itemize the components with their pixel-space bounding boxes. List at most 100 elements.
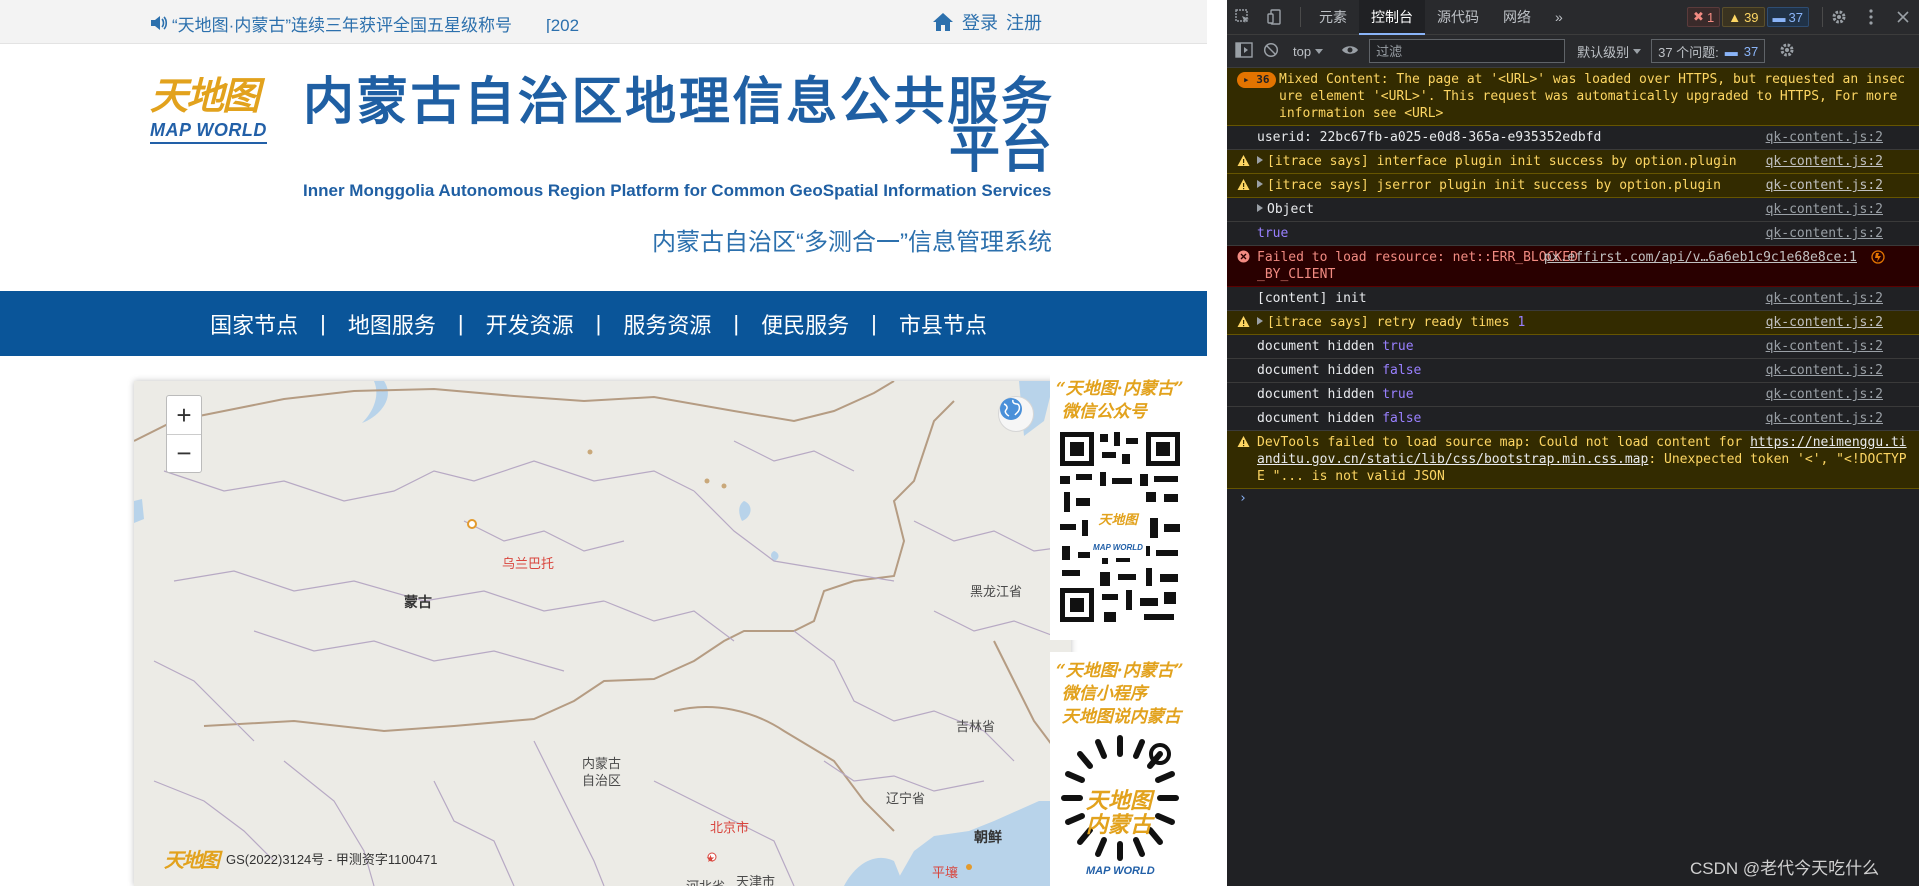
console-message-log[interactable]: document hidden false qk-content.js:2 <box>1227 407 1919 431</box>
system-name[interactable]: 内蒙古自治区“多测合一”信息管理系统 <box>602 222 1052 257</box>
map-view[interactable]: ★ + − 乌兰巴托 蒙古 黑龙江省 吉林省 内蒙古 自治区 辽宁省 北京市 朝… <box>134 381 1071 886</box>
warning-count-badge[interactable]: ▲ 39 <box>1722 7 1765 27</box>
login-link[interactable]: 登录 <box>962 9 998 35</box>
map-basemap[interactable]: ★ <box>134 381 1071 886</box>
map-world-logo[interactable]: 天地图 MAP WORLD <box>150 76 280 150</box>
expand-triangle-icon[interactable] <box>1257 317 1263 325</box>
console-message-warning[interactable]: DevTools failed to load source map: Coul… <box>1227 431 1919 489</box>
console-message-log[interactable]: true qk-content.js:2 <box>1227 222 1919 246</box>
tab-network[interactable]: 网络 <box>1491 0 1543 35</box>
device-toolbar-icon[interactable] <box>1259 0 1291 35</box>
console-message-warning-group[interactable]: ▸ 36 Mixed Content: The page at '<URL>' … <box>1227 68 1919 126</box>
page-title: 内蒙古自治区地理信息公共服务平台 <box>303 73 1053 178</box>
log-level-selector[interactable]: 默认级别 <box>1577 42 1642 61</box>
console-source-link[interactable]: qk-content.js:2 <box>1766 314 1883 331</box>
live-expression-eye-icon[interactable] <box>1341 44 1359 59</box>
console-filter-input[interactable] <box>1369 39 1566 63</box>
console-message-error[interactable]: Failed to load resource: net::ERR_BLOCKE… <box>1227 246 1919 287</box>
console-message-text: [itrace says] interface plugin init succ… <box>1267 154 1737 169</box>
issues-button[interactable]: 37 个问题: ▬ 37 <box>1651 39 1766 63</box>
nav-item-national-node[interactable]: 国家节点 <box>188 308 320 340</box>
more-tabs-button[interactable]: » <box>1543 0 1575 35</box>
qr-logo-text: 天地图 <box>1098 512 1139 528</box>
expand-triangle-icon[interactable] <box>1257 156 1263 164</box>
console-message-log[interactable]: [content] init qk-content.js:2 <box>1227 287 1919 311</box>
map-label-liaoning: 辽宁省 <box>886 791 926 806</box>
error-count: 1 <box>1706 9 1715 25</box>
chevron-down-icon <box>1315 48 1324 54</box>
console-message-log[interactable]: document hidden true qk-content.js:2 <box>1227 335 1919 359</box>
nav-item-city-county-node[interactable]: 市县节点 <box>877 308 1009 340</box>
context-selector[interactable]: top <box>1293 44 1324 59</box>
console-message-log[interactable]: document hidden false qk-content.js:2 <box>1227 359 1919 383</box>
log-level-value: 默认级别 <box>1577 44 1630 60</box>
console-settings-gear-icon[interactable] <box>1779 42 1795 61</box>
console-source-link[interactable]: qk-content.js:2 <box>1766 290 1883 307</box>
nav-item-dev-resources[interactable]: 开发资源 <box>464 308 596 340</box>
console-toolbar: top 默认级别 37 个问题: ▬ 37 <box>1227 35 1919 68</box>
console-message-warning[interactable]: [itrace says] interface plugin init succ… <box>1227 150 1919 174</box>
nav-item-map-service[interactable]: 地图服务 <box>326 308 458 340</box>
console-source-link[interactable]: qk-content.js:2 <box>1766 177 1883 194</box>
wechat-mini-program-label: “天地图·内蒙古” 微信小程序 天地图说内蒙古 <box>1056 661 1184 727</box>
console-message-value: false <box>1382 363 1422 378</box>
console-source-link[interactable]: qk-content.js:2 <box>1766 410 1883 427</box>
error-count-badge[interactable]: ✖ 1 <box>1687 7 1721 27</box>
console-source-link[interactable]: qk-content.js:2 <box>1766 362 1883 379</box>
globe-icon[interactable] <box>998 396 1034 432</box>
map-label-hebei: 河北省 <box>686 876 725 886</box>
tab-console[interactable]: 控制台 <box>1359 0 1425 35</box>
console-source-link[interactable]: qk-content.js:2 <box>1766 225 1883 242</box>
console-message-text: document hidden <box>1257 411 1383 426</box>
wechat-mini-program-panel[interactable]: “天地图·内蒙古” 微信小程序 天地图说内蒙古 天地图 内蒙古 MAP WORL… <box>1050 652 1193 886</box>
top-bar: “天地图·内蒙古”连续三年获评全国五星级称号 [202 登录 注册 <box>0 0 1207 44</box>
map-copyright-logo: 天地图 <box>164 848 220 872</box>
logo-text-en: MAP WORLD <box>150 120 267 144</box>
zoom-out-button[interactable]: − <box>167 434 201 472</box>
console-prompt[interactable]: › <box>1227 489 1919 509</box>
console-message-warning[interactable]: [itrace says] retry ready times 1 qk-con… <box>1227 311 1919 335</box>
kebab-menu-icon[interactable] <box>1855 0 1887 35</box>
mini-program-logo-line2: 内蒙古 <box>1086 812 1156 838</box>
inspect-element-icon[interactable] <box>1227 0 1259 35</box>
tab-elements[interactable]: 元素 <box>1307 0 1359 35</box>
issues-count: 37 <box>1743 43 1759 59</box>
console-source-link[interactable]: qk-content.js:2 <box>1766 153 1883 170</box>
map-label-mongolia: 蒙古 <box>404 594 432 610</box>
network-request-icon[interactable] <box>1871 250 1885 264</box>
close-devtools-icon[interactable] <box>1887 0 1919 35</box>
settings-gear-icon[interactable] <box>1823 0 1855 35</box>
map-label-jilin: 吉林省 <box>956 719 996 734</box>
console-source-link[interactable]: qk-content.js:2 <box>1766 386 1883 403</box>
console-message-log[interactable]: document hidden true qk-content.js:2 <box>1227 383 1919 407</box>
tab-sources[interactable]: 源代码 <box>1425 0 1491 35</box>
mini-program-code-icon: 天地图 内蒙古 MAP WORLD <box>1061 735 1179 877</box>
main-nav: 国家节点 | 地图服务 | 开发资源 | 服务资源 | 便民服务 | 市县节点 <box>0 291 1207 356</box>
console-message-log[interactable]: Object qk-content.js:2 <box>1227 198 1919 222</box>
sidebar-toggle-icon[interactable] <box>1235 41 1253 61</box>
clear-console-icon[interactable] <box>1263 42 1279 61</box>
news-ticker-text[interactable]: “天地图·内蒙古”连续三年获评全国五星级称号 [202 <box>172 16 579 33</box>
warning-icon <box>1237 316 1250 327</box>
home-icon[interactable] <box>932 12 954 32</box>
nav-item-service-resources[interactable]: 服务资源 <box>601 308 733 340</box>
console-message-log[interactable]: userid: 22bc67fb-a025-e0d8-365a-e935352e… <box>1227 126 1919 150</box>
console-log[interactable]: ▸ 36 Mixed Content: The page at '<URL>' … <box>1227 68 1919 886</box>
wechat-official-account-panel[interactable]: “天地图·内蒙古” 微信公众号 天地图 MAP WORLD <box>1050 370 1193 640</box>
zoom-in-button[interactable]: + <box>167 396 201 434</box>
console-source-link[interactable]: px.effirst.com/api/v…6a6eb1c9c1e68e8ce:1 <box>1544 249 1857 266</box>
page-subtitle-en: Inner Monggolia Autonomous Region Platfo… <box>303 181 1052 200</box>
logo-text-cn: 天地图 <box>150 73 260 118</box>
tab-divider <box>1809 7 1823 27</box>
console-source-link[interactable]: qk-content.js:2 <box>1766 201 1883 218</box>
nav-item-public-service[interactable]: 便民服务 <box>739 308 871 340</box>
register-link[interactable]: 注册 <box>1006 9 1042 35</box>
console-message-warning[interactable]: [itrace says] jserror plugin init succes… <box>1227 174 1919 198</box>
console-source-link[interactable]: qk-content.js:2 <box>1766 338 1883 355</box>
expand-triangle-icon[interactable] <box>1257 204 1263 212</box>
news-ticker[interactable]: “天地图·内蒙古”连续三年获评全国五星级称号 [202 <box>150 11 586 33</box>
message-count-badge[interactable]: ▬ 37 <box>1766 7 1809 27</box>
console-source-link[interactable]: qk-content.js:2 <box>1766 129 1883 146</box>
mini-program-logo-en: MAP WORLD <box>1086 865 1155 877</box>
expand-triangle-icon[interactable] <box>1257 180 1263 188</box>
